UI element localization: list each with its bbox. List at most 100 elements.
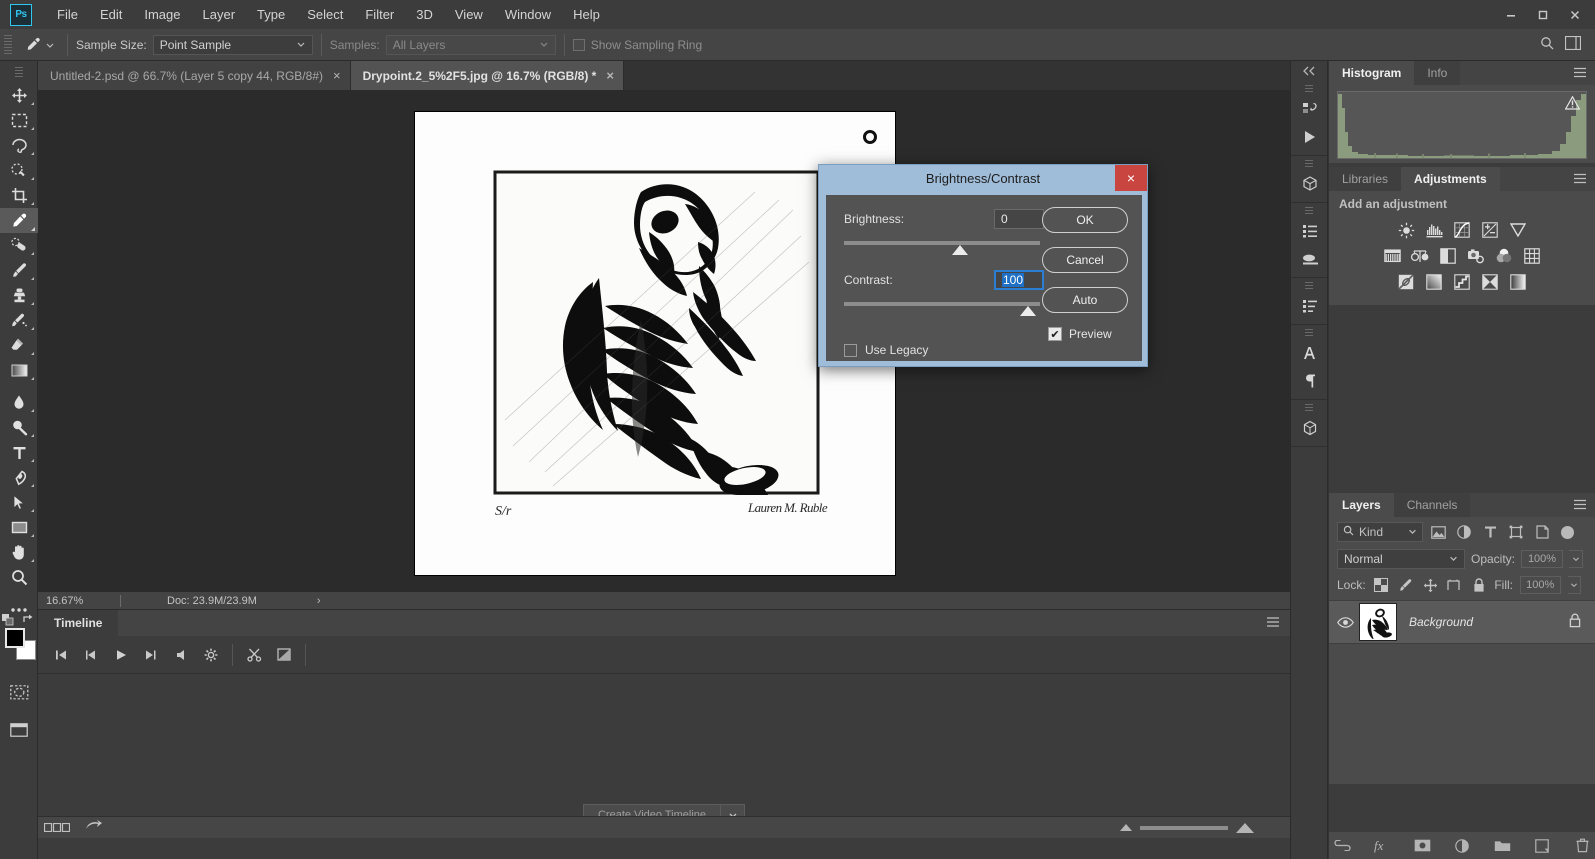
history-icon[interactable] [1291, 95, 1329, 123]
contrast-input[interactable]: 100 [994, 270, 1044, 290]
zoom-in-triangle-icon[interactable] [1236, 822, 1254, 833]
menu-type[interactable]: Type [246, 0, 296, 29]
brush-preset-icon[interactable] [1291, 245, 1329, 273]
color-lookup-icon[interactable] [1521, 245, 1543, 267]
pixel-layer-filter-icon[interactable] [1427, 522, 1449, 542]
color-balance-icon[interactable] [1409, 245, 1431, 267]
panel-menu-icon[interactable] [1573, 499, 1587, 513]
new-adjustment-layer-icon[interactable] [1452, 836, 1472, 856]
close-icon[interactable]: × [333, 69, 341, 82]
timeline-settings-button[interactable] [196, 640, 226, 670]
tab-histogram[interactable]: Histogram [1329, 61, 1415, 85]
threshold-icon[interactable] [1451, 271, 1473, 293]
type-tool[interactable] [0, 440, 38, 465]
document-tab-drypoint[interactable]: Drypoint.2_5%2F5.jpg @ 16.7% (RGB/8) * × [350, 61, 624, 90]
current-tool-preset[interactable] [17, 34, 59, 56]
ok-button[interactable]: OK [1042, 207, 1128, 233]
history-brush-tool[interactable] [0, 308, 38, 333]
tab-channels[interactable]: Channels [1393, 493, 1471, 517]
3d-cube-icon[interactable] [1291, 170, 1329, 198]
cancel-button[interactable]: Cancel [1042, 247, 1128, 273]
tab-timeline[interactable]: Timeline [38, 610, 119, 636]
audio-mute-button[interactable] [166, 640, 196, 670]
eye-icon[interactable] [1331, 616, 1359, 628]
brightness-contrast-dialog[interactable]: Brightness/Contrast × Brightness: 0 Cont… [818, 164, 1148, 367]
opacity-stepper-icon[interactable] [1569, 550, 1584, 568]
preview-checkbox[interactable]: ✔ Preview [1042, 327, 1128, 341]
new-group-icon[interactable] [1492, 836, 1512, 856]
levels-icon[interactable] [1423, 219, 1445, 241]
toolbar-grip[interactable] [14, 67, 23, 79]
brightness-slider-thumb[interactable] [952, 245, 968, 255]
layer-kind-filter[interactable]: Kind [1337, 522, 1423, 542]
brightness-slider[interactable] [844, 238, 1040, 256]
character-icon[interactable] [1291, 339, 1329, 367]
auto-button[interactable]: Auto [1042, 287, 1128, 313]
layer-comps-icon[interactable] [1291, 217, 1329, 245]
layer-name[interactable]: Background [1397, 615, 1569, 629]
adjustment-layer-filter-icon[interactable] [1453, 522, 1475, 542]
document-tab-untitled2[interactable]: Untitled-2.psd @ 66.7% (Layer 5 copy 44,… [38, 61, 351, 90]
tab-layers[interactable]: Layers [1329, 493, 1394, 517]
invert-icon[interactable] [1395, 271, 1417, 293]
new-layer-icon[interactable] [1532, 836, 1552, 856]
default-colors-icon[interactable] [2, 614, 14, 629]
zoom-level[interactable]: 16.67% [38, 595, 120, 607]
properties-list-icon[interactable] [1291, 292, 1329, 320]
paragraph-icon[interactable] [1291, 367, 1329, 395]
move-tool[interactable] [0, 83, 38, 108]
opacity-value[interactable]: 100% [1521, 550, 1564, 568]
actions-play-icon[interactable] [1291, 123, 1329, 151]
posterize-icon[interactable] [1423, 271, 1445, 293]
samples-select[interactable]: All Layers [385, 34, 556, 55]
hue-saturation-icon[interactable] [1381, 245, 1403, 267]
contrast-slider[interactable] [844, 299, 1040, 317]
blend-mode-select[interactable]: Normal [1337, 549, 1465, 569]
swap-colors-icon[interactable] [22, 614, 35, 629]
lock-image-pixels-icon[interactable] [1397, 576, 1414, 594]
eyedropper-tool[interactable] [0, 208, 38, 233]
next-frame-button[interactable] [136, 640, 166, 670]
use-legacy-checkbox[interactable]: Use Legacy [844, 343, 928, 357]
menu-select[interactable]: Select [296, 0, 354, 29]
brightness-contrast-icon[interactable] [1395, 219, 1417, 241]
curves-icon[interactable] [1451, 219, 1473, 241]
go-to-first-frame-button[interactable] [46, 640, 76, 670]
healing-brush-tool[interactable] [0, 233, 38, 258]
gradient-tool[interactable] [0, 358, 38, 383]
hand-tool[interactable] [0, 540, 38, 565]
panel-menu-icon[interactable] [1266, 616, 1280, 631]
clone-stamp-tool[interactable] [0, 283, 38, 308]
tab-info[interactable]: Info [1414, 61, 1461, 85]
crop-tool[interactable] [0, 183, 38, 208]
maximize-icon[interactable] [1527, 4, 1559, 26]
brush-tool[interactable] [0, 258, 38, 283]
close-icon[interactable]: × [606, 69, 614, 82]
black-white-icon[interactable] [1437, 245, 1459, 267]
lock-icon[interactable] [1569, 613, 1595, 631]
menu-edit[interactable]: Edit [89, 0, 133, 29]
rail-grip[interactable] [1305, 282, 1313, 290]
layer-style-fx-icon[interactable]: fx [1372, 836, 1392, 856]
tab-adjustments[interactable]: Adjustments [1401, 167, 1500, 191]
fill-value[interactable]: 100% [1520, 576, 1561, 594]
layer-thumbnail[interactable] [1359, 603, 1397, 641]
menu-image[interactable]: Image [133, 0, 191, 29]
menu-3d[interactable]: 3D [405, 0, 444, 29]
rail-grip[interactable] [1305, 85, 1313, 93]
eraser-tool[interactable] [0, 333, 38, 358]
status-expand-arrow[interactable]: › [317, 595, 321, 607]
layers-list-empty-area[interactable] [1329, 644, 1595, 784]
convert-to-frame-animation-icon[interactable] [84, 819, 102, 836]
shape-layer-filter-icon[interactable] [1505, 522, 1527, 542]
vibrance-icon[interactable] [1507, 219, 1529, 241]
rail-grip[interactable] [1305, 207, 1313, 215]
delete-layer-icon[interactable] [1572, 836, 1592, 856]
quick-mask-button[interactable] [0, 680, 38, 705]
lock-all-icon[interactable] [1470, 576, 1487, 594]
path-selection-tool[interactable] [0, 490, 38, 515]
quick-selection-tool[interactable] [0, 158, 38, 183]
search-icon[interactable] [1539, 35, 1555, 54]
link-layers-icon[interactable] [1332, 836, 1352, 856]
smart-object-filter-icon[interactable] [1531, 522, 1553, 542]
